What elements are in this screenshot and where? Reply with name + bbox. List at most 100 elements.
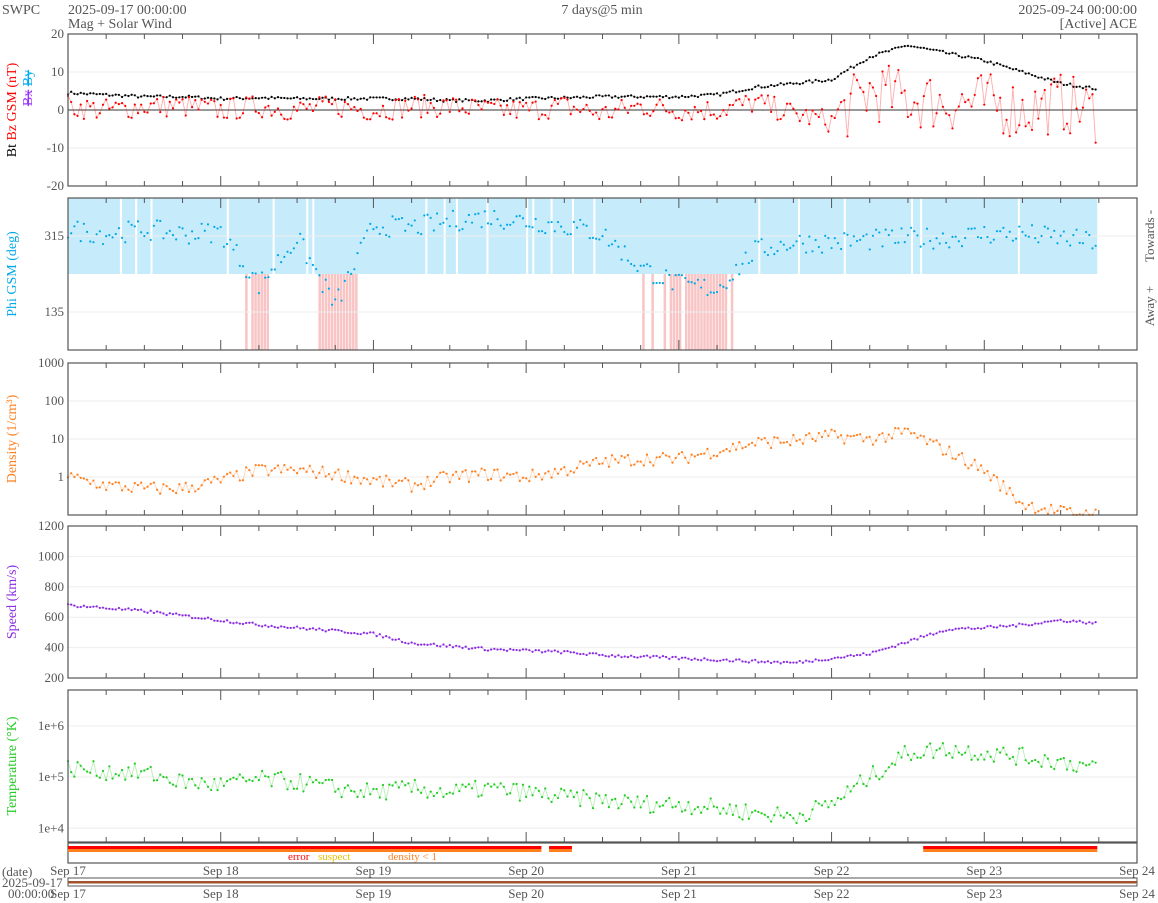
data-point bbox=[951, 457, 954, 460]
data-point bbox=[744, 660, 747, 663]
data-point bbox=[305, 783, 308, 786]
data-point bbox=[1002, 480, 1005, 483]
data-point bbox=[544, 97, 547, 101]
data-point bbox=[477, 795, 480, 798]
data-point bbox=[779, 117, 782, 121]
data-point bbox=[808, 432, 811, 435]
data-point bbox=[76, 114, 79, 117]
data-point bbox=[490, 477, 493, 481]
data-point bbox=[1027, 235, 1030, 238]
data-point bbox=[890, 106, 894, 109]
data-point bbox=[836, 436, 840, 439]
data-point bbox=[833, 116, 836, 120]
data-point bbox=[518, 96, 521, 99]
data-point bbox=[439, 471, 442, 474]
data-point bbox=[925, 47, 929, 50]
data-point bbox=[630, 654, 633, 657]
data-point bbox=[976, 468, 980, 472]
data-point bbox=[432, 794, 435, 798]
data-point bbox=[235, 470, 238, 473]
data-point bbox=[238, 479, 241, 482]
data-point bbox=[1008, 624, 1011, 627]
data-point bbox=[136, 112, 140, 115]
y-tick-label: 100 bbox=[45, 393, 65, 408]
data-point bbox=[318, 627, 321, 630]
data-point bbox=[435, 791, 439, 795]
data-point bbox=[467, 480, 470, 483]
data-point bbox=[394, 218, 397, 221]
data-point bbox=[712, 93, 715, 96]
data-point bbox=[534, 217, 537, 221]
data-point bbox=[782, 441, 785, 444]
data-point bbox=[607, 244, 610, 247]
data-point bbox=[499, 224, 502, 227]
brand-label: SWPC bbox=[2, 3, 40, 18]
data-point bbox=[824, 234, 827, 237]
data-point bbox=[1069, 82, 1072, 85]
data-point bbox=[1088, 621, 1091, 624]
data-point bbox=[833, 237, 836, 240]
data-point bbox=[862, 61, 865, 64]
data-point bbox=[684, 276, 687, 280]
data-point bbox=[337, 468, 340, 471]
data-point bbox=[1024, 125, 1027, 128]
data-point bbox=[636, 269, 639, 273]
data-point bbox=[728, 450, 731, 453]
data-point bbox=[1084, 509, 1088, 512]
data-point bbox=[897, 427, 900, 430]
data-point bbox=[429, 216, 432, 219]
data-point bbox=[257, 292, 260, 295]
data-point bbox=[187, 242, 190, 245]
data-point bbox=[375, 478, 378, 481]
data-point bbox=[117, 774, 121, 777]
data-point bbox=[232, 248, 235, 251]
y-tick-label: 200 bbox=[45, 670, 65, 685]
data-point bbox=[439, 645, 442, 648]
data-point bbox=[127, 607, 130, 610]
data-point bbox=[467, 783, 470, 786]
data-point bbox=[935, 112, 938, 115]
data-point bbox=[525, 101, 528, 104]
data-point bbox=[945, 52, 948, 55]
data-point bbox=[595, 94, 598, 97]
data-point bbox=[747, 661, 750, 664]
data-point bbox=[639, 264, 642, 267]
data-point bbox=[1037, 241, 1040, 244]
data-point bbox=[744, 251, 747, 254]
data-point bbox=[595, 237, 598, 240]
data-point bbox=[292, 247, 295, 250]
data-point bbox=[827, 434, 830, 437]
data-point bbox=[95, 605, 98, 608]
data-point bbox=[1034, 511, 1037, 515]
data-point bbox=[906, 115, 910, 119]
date-bar[interactable] bbox=[68, 881, 1137, 884]
data-point bbox=[696, 95, 700, 99]
data-point bbox=[257, 464, 260, 467]
data-point bbox=[283, 463, 286, 467]
data-point bbox=[375, 787, 378, 791]
data-point bbox=[184, 786, 187, 790]
data-point bbox=[232, 622, 235, 625]
data-point bbox=[1065, 508, 1069, 511]
data-point bbox=[1088, 97, 1091, 100]
data-point bbox=[677, 801, 680, 804]
data-point bbox=[614, 239, 617, 243]
data-point bbox=[108, 607, 111, 610]
data-point bbox=[976, 235, 980, 239]
data-point bbox=[668, 111, 671, 114]
data-point bbox=[945, 754, 948, 757]
data-point bbox=[480, 108, 483, 111]
data-point bbox=[941, 232, 945, 235]
data-point bbox=[267, 104, 270, 107]
data-point bbox=[251, 779, 254, 783]
data-point bbox=[655, 801, 658, 804]
data-point bbox=[700, 452, 703, 456]
data-point bbox=[70, 603, 73, 606]
data-point bbox=[448, 481, 451, 484]
data-point bbox=[1034, 237, 1037, 240]
data-point bbox=[976, 626, 980, 630]
data-point bbox=[922, 635, 925, 638]
data-point bbox=[706, 447, 709, 450]
data-point bbox=[706, 807, 709, 811]
data-point bbox=[560, 652, 563, 655]
